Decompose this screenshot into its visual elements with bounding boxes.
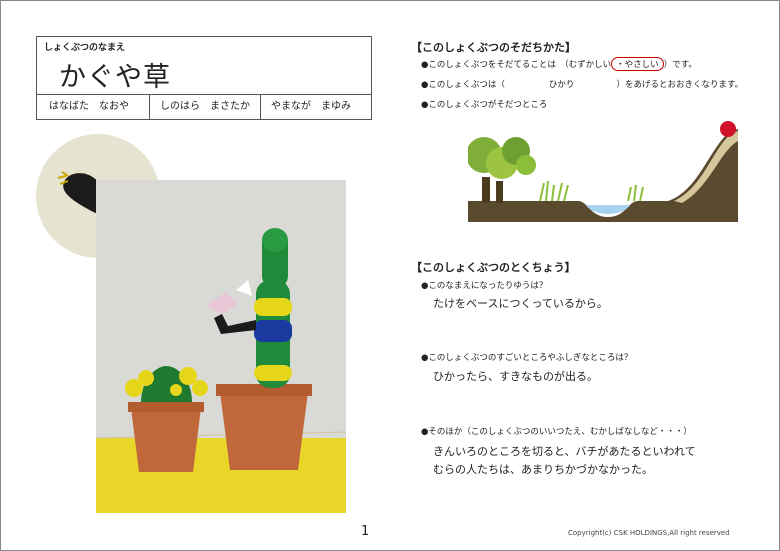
author-row: はなばた なおや しのはら まさたか やまなが まゆみ bbox=[37, 94, 371, 119]
clay-plant-illustration bbox=[96, 180, 346, 513]
author-1: はなばた なおや bbox=[49, 101, 129, 112]
feature-a2: ひかったら、すきなものが出る。 bbox=[433, 370, 598, 383]
difficulty-choice-circled: ・やさしい bbox=[611, 57, 664, 71]
feature-a3-line2: むらの人たちは、あまりちかづかなかった。 bbox=[433, 463, 653, 476]
page-number: 1 bbox=[361, 524, 370, 539]
author-2: しのはら まさたか bbox=[149, 95, 260, 119]
grow-answer: ひかり bbox=[548, 80, 575, 90]
copyright-notice: Copyright(c) CSK HOLDINGS,All right rese… bbox=[568, 529, 730, 537]
habitat-illustration bbox=[468, 121, 738, 222]
feature-a3-line1: きんいろのところを切ると、バチがあたるといわれて bbox=[433, 445, 696, 458]
growth-habitat-label: ●このしょくぶつがそだつところ bbox=[421, 100, 548, 110]
feature-q2: ●このしょくぶつのすごいところやふしぎなところは？ bbox=[421, 353, 633, 363]
worksheet-page: しょくぶつのなまえ かぐや草 はなばた なおや しのはら まさたか やまなが ま… bbox=[0, 0, 780, 551]
name-caption: しょくぶつのなまえ bbox=[44, 43, 126, 53]
grow-suffix: ）をあげるとおおきくなります。 bbox=[616, 80, 744, 90]
growth-difficulty-line: ●このしょくぶつをそだてることは （むずかしい ・やさしい ）です。 bbox=[421, 57, 697, 71]
feature-q3: ●そのほか（このしょくぶつのいいつたえ、むかしばなしなど・・・） bbox=[421, 427, 692, 437]
clay-plant-photo bbox=[96, 180, 346, 513]
plant-name-box: しょくぶつのなまえ かぐや草 はなばた なおや しのはら まさたか やまなが ま… bbox=[36, 36, 372, 120]
growth-heading: 【このしょくぶつのそだちかた】 bbox=[411, 41, 576, 54]
grow-prefix: ●このしょくぶつは（ bbox=[421, 80, 505, 90]
difficulty-prefix: ●このしょくぶつをそだてることは （むずかしい bbox=[421, 60, 612, 70]
feature-q1: ●このなまえになったりゆうは？ bbox=[421, 281, 548, 291]
habitat-landscape bbox=[468, 121, 738, 222]
features-heading: 【このしょくぶつのとくちょう】 bbox=[411, 261, 576, 274]
plant-name: かぐや草 bbox=[59, 62, 171, 93]
feature-a1: たけをベースにつくっているから。 bbox=[433, 297, 608, 310]
author-3: やまなが まゆみ bbox=[260, 95, 371, 119]
growth-grow-line: ●このしょくぶつは（ ひかり ）をあげるとおおきくなります。 bbox=[421, 78, 743, 90]
difficulty-suffix: ）です。 bbox=[663, 60, 697, 70]
